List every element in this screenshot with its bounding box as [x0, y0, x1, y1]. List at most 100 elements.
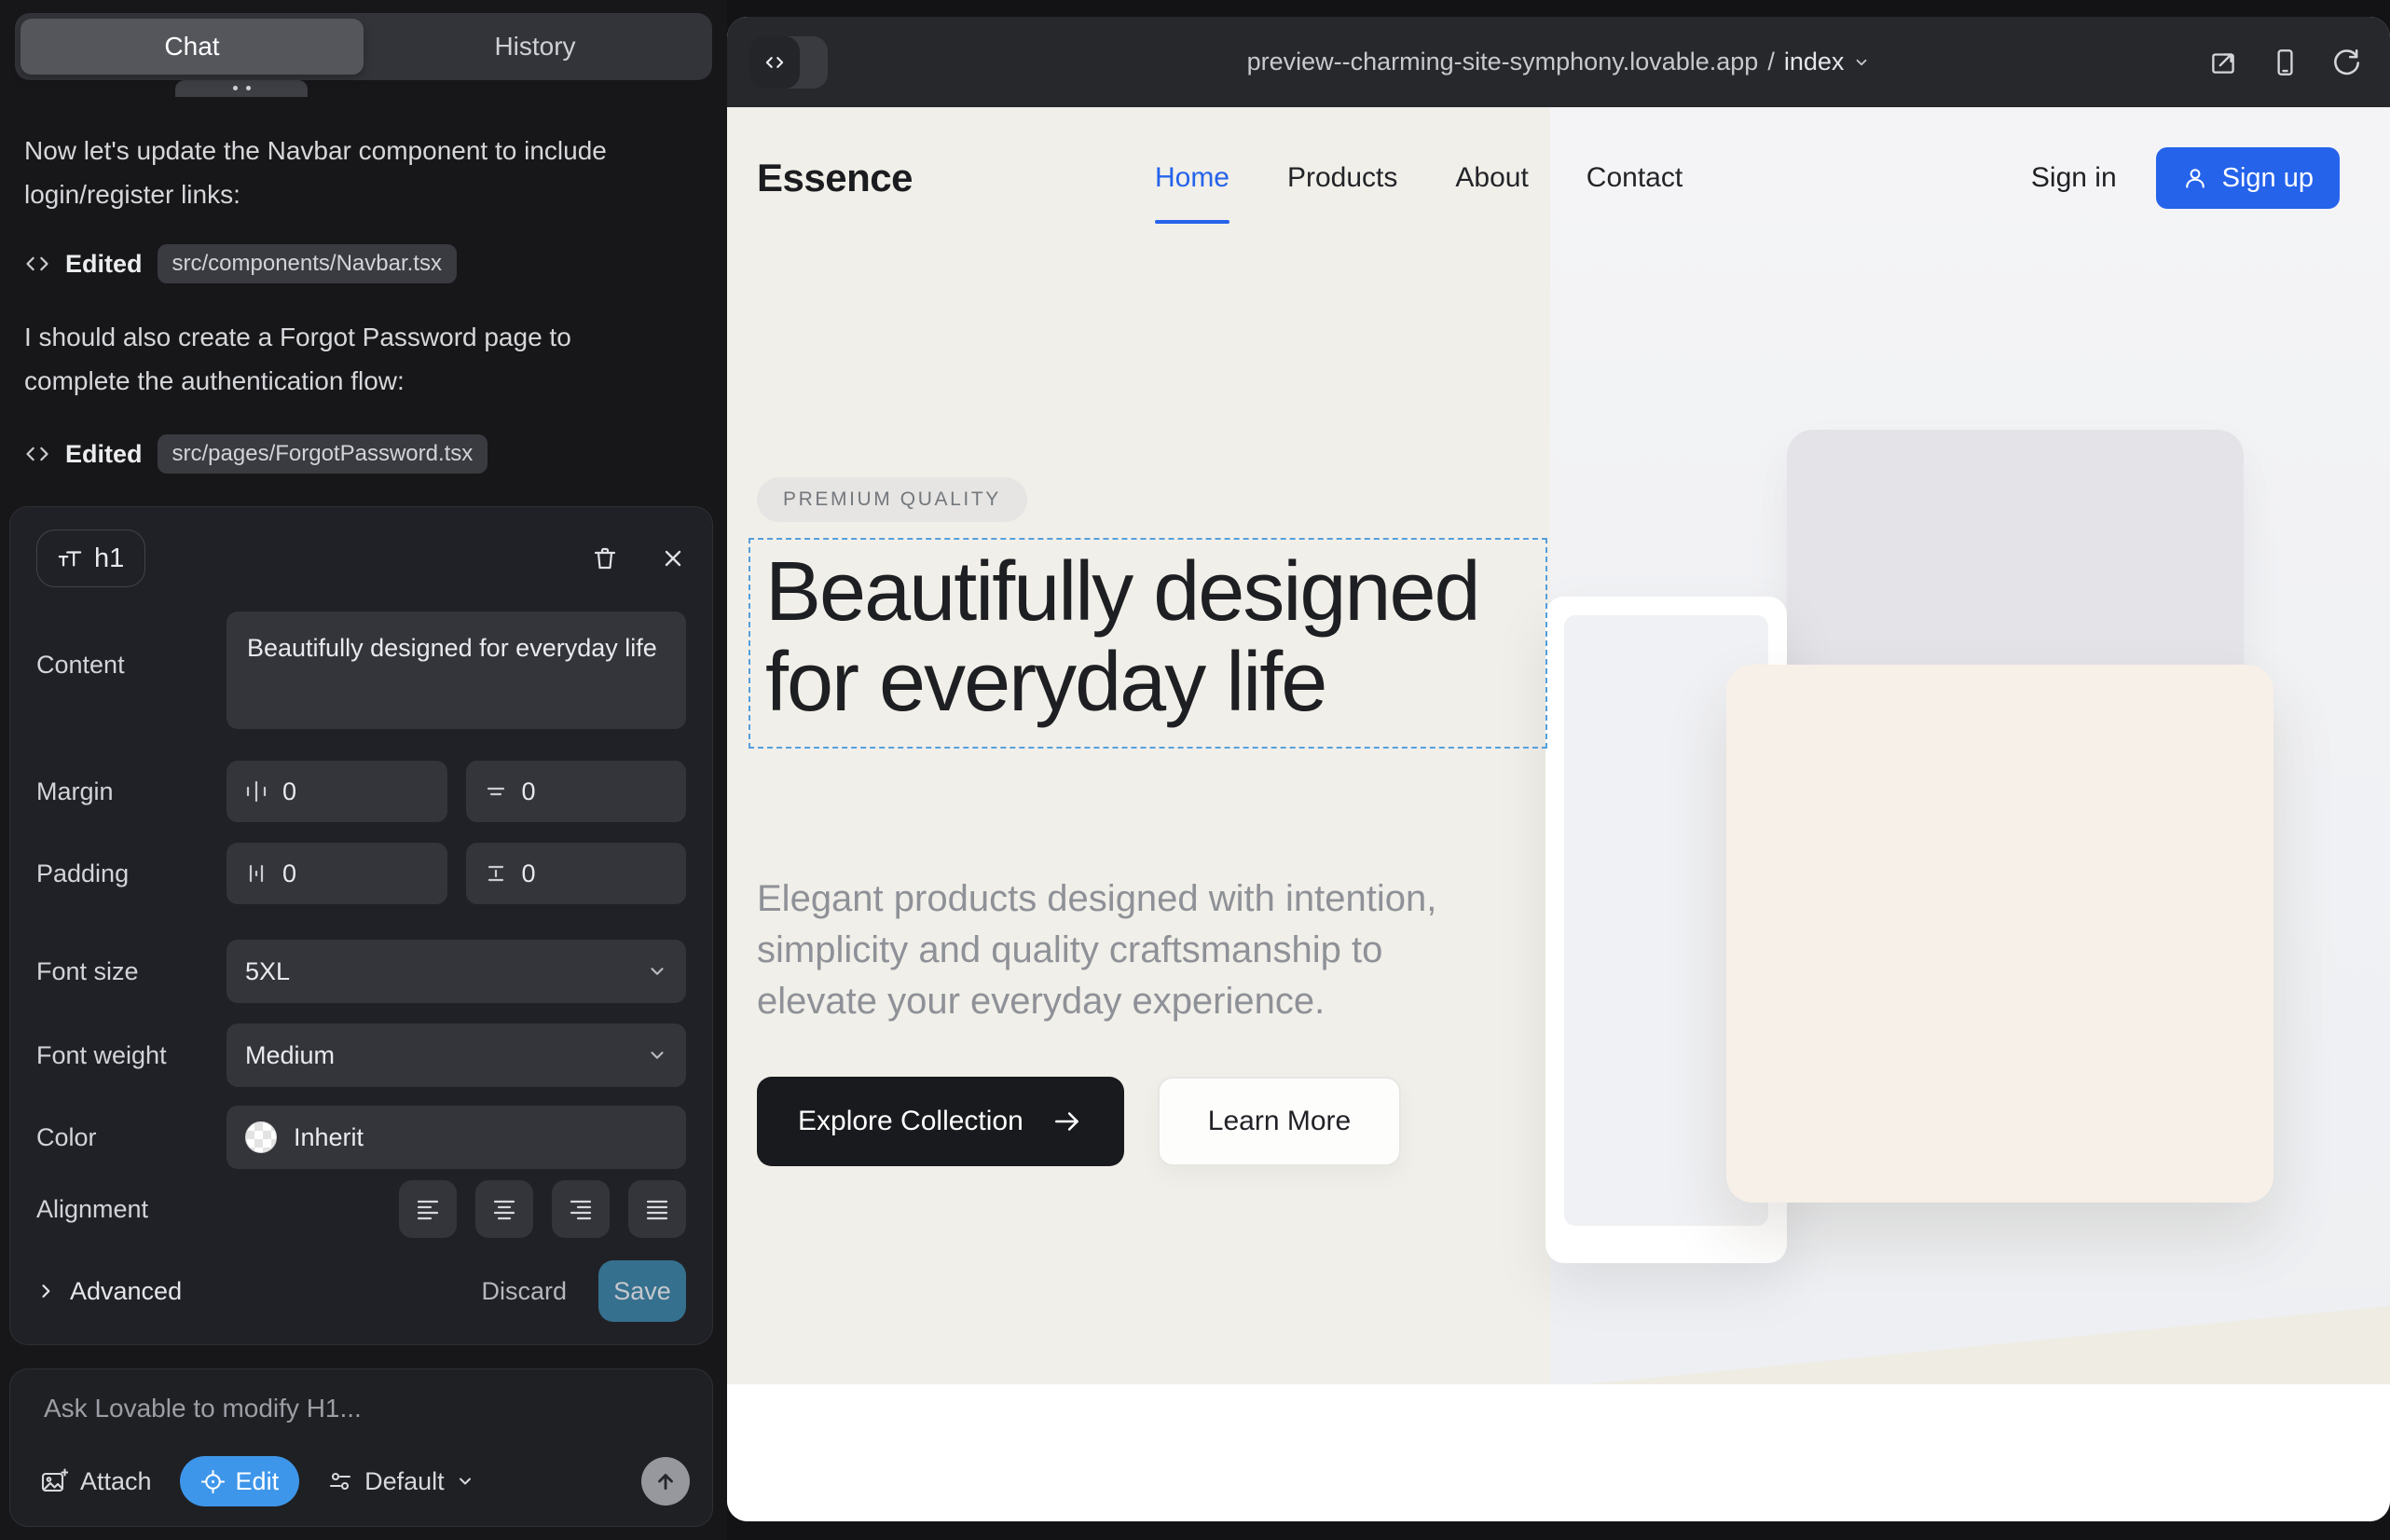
padding-y-field[interactable]: [466, 843, 687, 904]
margin-horizontal-icon: [243, 778, 269, 804]
align-right-icon: [568, 1196, 594, 1222]
advanced-toggle[interactable]: Advanced: [36, 1277, 182, 1306]
content-label: Content: [36, 651, 227, 680]
align-right-button[interactable]: [552, 1180, 610, 1238]
font-weight-value: Medium: [245, 1041, 335, 1070]
code-icon: [24, 441, 50, 467]
padding-y-input[interactable]: [522, 859, 578, 888]
element-tag-label: h1: [94, 543, 124, 574]
tab-history-label: History: [494, 32, 575, 62]
save-button[interactable]: Save: [598, 1260, 686, 1322]
chat-message: Now let's update the Navbar component to…: [24, 129, 658, 216]
tab-history[interactable]: History: [364, 19, 707, 75]
content-input[interactable]: Beautifully designed for everyday life: [227, 612, 686, 729]
margin-x-field[interactable]: [227, 761, 447, 822]
sliders-icon: [327, 1468, 353, 1494]
font-weight-row: Font weight Medium: [36, 1024, 686, 1087]
site-logo[interactable]: Essence: [757, 156, 913, 200]
prompt-input[interactable]: [44, 1394, 684, 1446]
sign-up-label: Sign up: [2222, 163, 2314, 194]
nav-link-products[interactable]: Products: [1287, 162, 1397, 194]
discard-button[interactable]: Discard: [481, 1277, 567, 1306]
edit-mode-label: Edit: [236, 1467, 280, 1496]
open-external-button[interactable]: [2207, 47, 2239, 78]
nav-link-about[interactable]: About: [1455, 162, 1528, 194]
close-panel-button[interactable]: [660, 545, 686, 571]
send-button[interactable]: [641, 1457, 690, 1506]
explore-collection-label: Explore Collection: [798, 1106, 1023, 1137]
file-chip[interactable]: src/components/Navbar.tsx: [158, 244, 457, 283]
nav-link-home[interactable]: Home: [1155, 162, 1229, 194]
delete-element-button[interactable]: [591, 544, 619, 572]
code-icon: [762, 50, 787, 75]
font-weight-label: Font weight: [36, 1041, 227, 1070]
align-center-button[interactable]: [475, 1180, 533, 1238]
color-label: Color: [36, 1123, 227, 1152]
selected-heading-box[interactable]: Beautifully designed for everyday life: [749, 538, 1547, 749]
mode-select[interactable]: Default: [327, 1467, 474, 1496]
alignment-buttons: [227, 1180, 686, 1238]
site-nav-auth: Sign in Sign up: [2031, 147, 2340, 209]
sign-in-link[interactable]: Sign in: [2031, 162, 2117, 194]
edited-label: Edited: [65, 250, 143, 279]
margin-label: Margin: [36, 777, 227, 806]
code-icon: [24, 251, 50, 277]
url-domain: preview--charming-site-symphony.lovable.…: [1247, 48, 1759, 76]
trash-icon: [591, 544, 619, 572]
font-weight-select[interactable]: Medium: [227, 1024, 686, 1087]
preview-browser: preview--charming-site-symphony.lovable.…: [727, 17, 2390, 1521]
color-select[interactable]: Inherit: [227, 1106, 686, 1169]
align-justify-icon: [644, 1196, 670, 1222]
margin-y-field[interactable]: [466, 761, 687, 822]
refresh-button[interactable]: [2330, 47, 2362, 78]
margin-y-input[interactable]: [522, 777, 578, 806]
file-chip[interactable]: src/pages/ForgotPassword.tsx: [158, 434, 488, 474]
tab-chat[interactable]: Chat: [21, 19, 364, 75]
site-viewport: Essence Home Products About Contact Sign…: [727, 107, 2390, 1521]
editor-footer: Advanced Discard Save: [36, 1260, 686, 1322]
app-window: Chat History Now let's update the Navbar…: [0, 0, 2390, 1540]
mode-label: Default: [364, 1467, 445, 1496]
refresh-icon: [2330, 47, 2362, 78]
alignment-row: Alignment: [36, 1180, 686, 1238]
explore-collection-button[interactable]: Explore Collection: [757, 1077, 1124, 1166]
dot-icon: [246, 86, 251, 90]
nav-link-contact[interactable]: Contact: [1586, 162, 1683, 194]
browser-toolbar: preview--charming-site-symphony.lovable.…: [727, 17, 2390, 107]
margin-vertical-icon: [483, 778, 509, 804]
attach-image-icon: [40, 1467, 68, 1495]
decor-card-peach: [1726, 665, 2273, 1203]
font-size-row: Font size 5XL: [36, 940, 686, 1003]
sign-up-button[interactable]: Sign up: [2156, 147, 2340, 209]
align-left-button[interactable]: [399, 1180, 457, 1238]
external-link-icon: [2207, 47, 2239, 78]
learn-more-button[interactable]: Learn More: [1158, 1077, 1401, 1166]
premium-badge: PREMIUM QUALITY: [757, 477, 1027, 522]
target-icon: [200, 1469, 226, 1494]
edited-file-row: Edited src/components/Navbar.tsx: [24, 241, 457, 287]
edited-label: Edited: [65, 440, 143, 469]
content-row: Content Beautifully designed for everyda…: [36, 612, 686, 729]
attach-button[interactable]: Attach: [40, 1467, 152, 1496]
chevron-right-icon: [36, 1282, 55, 1300]
mobile-preview-button[interactable]: [2269, 47, 2301, 78]
edit-mode-button[interactable]: Edit: [180, 1456, 300, 1506]
arrow-right-icon: [1051, 1106, 1083, 1137]
hero-heading[interactable]: Beautifully designed for everyday life: [765, 547, 1531, 728]
color-swatch-icon: [245, 1121, 277, 1153]
margin-inputs: [227, 761, 686, 822]
font-size-value: 5XL: [245, 957, 290, 986]
margin-x-input[interactable]: [282, 777, 338, 806]
composer-toolbar: Attach Edit Default: [40, 1455, 690, 1507]
align-justify-button[interactable]: [628, 1180, 686, 1238]
padding-x-input[interactable]: [282, 859, 338, 888]
url-breadcrumb[interactable]: preview--charming-site-symphony.lovable.…: [1247, 48, 1871, 76]
font-size-select[interactable]: 5XL: [227, 940, 686, 1003]
align-left-icon: [415, 1196, 441, 1222]
prompt-composer: Attach Edit Default: [9, 1368, 713, 1527]
code-view-toggle[interactable]: [749, 36, 828, 89]
chevron-down-icon: [647, 1045, 667, 1066]
tab-bar: Chat History: [15, 13, 712, 80]
url-separator: /: [1767, 48, 1775, 76]
padding-x-field[interactable]: [227, 843, 447, 904]
